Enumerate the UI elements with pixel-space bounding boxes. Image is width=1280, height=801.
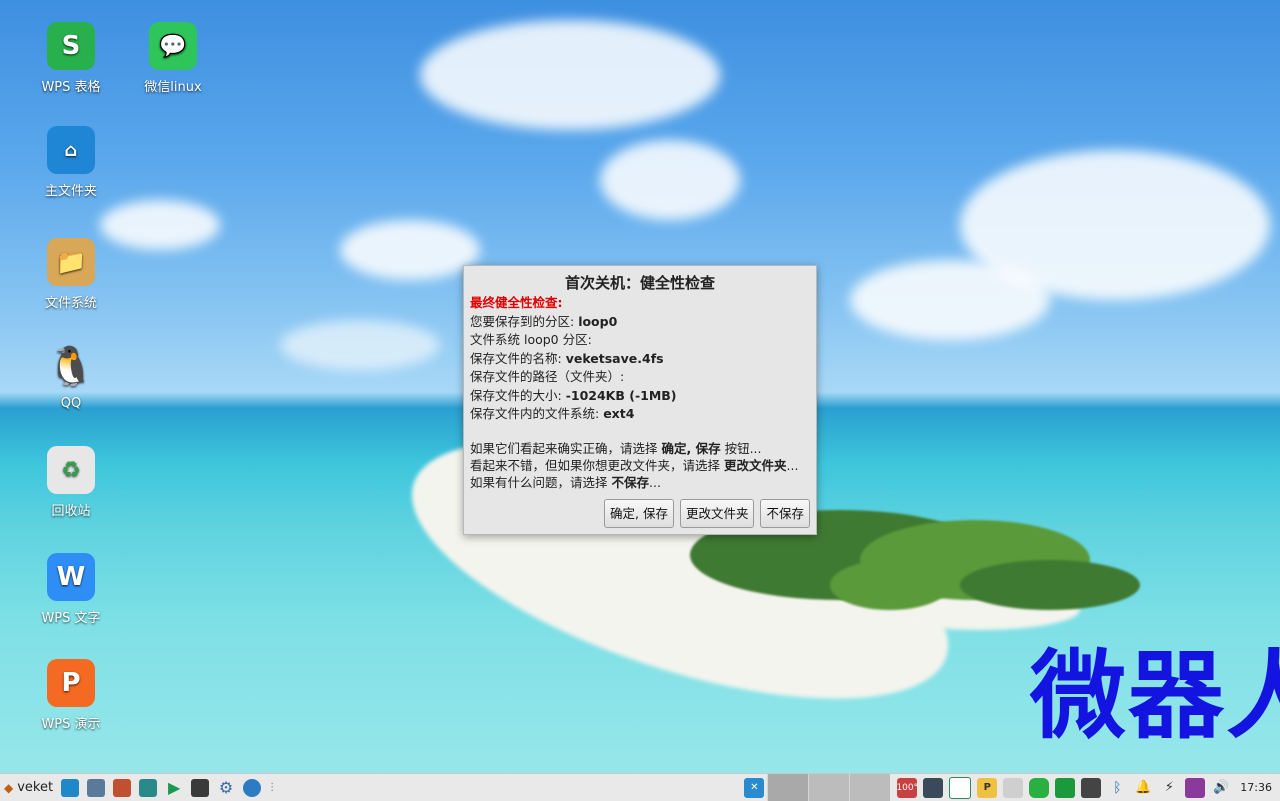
start-menu-button[interactable]: ◆ veket [0,774,53,801]
veket-logo-icon: ◆ [4,780,14,795]
desktop-icon-label: WPS 文字 [41,611,101,626]
shield-icon[interactable] [1055,777,1076,798]
info-line-save-name: 保存文件的名称: veketsave.4fs [470,350,664,366]
volume-icon[interactable]: 🔊 [1211,778,1231,798]
drive-icon[interactable] [1003,777,1024,798]
desktop-icon-wechat[interactable]: 💬 微信linux [123,22,223,95]
notification-bell-icon[interactable]: 🔔 [1133,778,1153,798]
trash-icon: ♻ [47,446,95,494]
warning-heading: 最终健全性检查: [470,295,563,310]
system-gear-icon[interactable]: ⚙ [217,778,235,797]
message-change: 看起来不错，但如果你想更改文件夹，请选择 更改文件夹... [470,457,799,473]
browser-globe-icon[interactable] [243,778,262,797]
home-folder-icon: ⌂ [47,126,95,174]
desktop-icon-home-folder[interactable]: ⌂ 主文件夹 [21,126,121,199]
wps-presentation-icon: P [47,659,95,707]
keyboard-icon[interactable] [1081,777,1102,798]
network-status-icon[interactable]: ✕ [744,777,765,798]
cpu-graph-icon[interactable] [949,776,972,799]
info-line-save-path: 保存文件的路径（文件夹）: [470,369,625,384]
info-line-filesystem: 文件系统 loop0 分区: [470,332,592,347]
desktop-icon-label: 微信linux [144,80,202,95]
workspace-pager [767,774,891,801]
desktop-icon-trash[interactable]: ♻ 回收站 [21,446,121,519]
power-plug-icon[interactable]: ⚡ [1159,778,1179,798]
clock[interactable]: 17:36 [1234,781,1280,794]
show-desktop-icon[interactable] [61,778,80,797]
workspace-1[interactable] [767,774,809,801]
message-ok: 如果它们看起来确实正确，请选择 确定, 保存 按钮... [470,440,762,456]
terminal-icon[interactable] [191,778,210,797]
wechat-icon: 💬 [149,22,197,70]
desktop-icon-label: 主文件夹 [44,184,97,199]
settings-tools-icon[interactable] [113,778,132,797]
shutdown-sanity-check-dialog: 首次关机：健全性检查 最终健全性检查: 您要保存到的分区: loop0 文件系统… [463,265,817,535]
desktop-icon-qq[interactable]: 🐧 QQ [21,342,121,412]
desktop-icon-label: WPS 演示 [41,717,101,732]
desktop-watermark-text: 微器人 [1030,640,1280,752]
screenshot-icon[interactable] [87,778,106,797]
input-method-icon[interactable] [1185,777,1206,798]
database-icon[interactable] [1029,777,1050,798]
desktop-icon-label: QQ [60,396,82,411]
media-play-icon[interactable]: ▶ [165,778,183,797]
qq-penguin-icon: 🐧 [47,343,95,388]
file-system-icon: 📁 [47,238,95,286]
wps-spreadsheet-icon: S [47,22,95,70]
desktop-icon-label: 文件系统 [44,296,97,311]
desktop-icon-wps-writer[interactable]: W WPS 文字 [21,553,121,626]
desktop-icon-label: WPS 表格 [41,80,101,95]
network-monitor-icon[interactable] [923,777,944,798]
clipboard-icon[interactable]: P [977,777,998,798]
no-save-button[interactable]: 不保存 [760,499,810,528]
desktop-icon-wps-presentation[interactable]: P WPS 演示 [21,659,121,732]
ok-save-button[interactable]: 确定, 保存 [604,499,674,528]
desktop-icon-wps-spreadsheet[interactable]: S WPS 表格 [21,22,121,95]
start-menu-label: veket [17,780,54,795]
change-folder-button[interactable]: 更改文件夹 [679,499,755,528]
info-line-partition: 您要保存到的分区: loop0 [470,313,618,329]
bluetooth-icon[interactable]: ᛒ [1107,778,1127,798]
info-line-save-size: 保存文件的大小: -1024KB (-1MB) [470,387,677,403]
info-line-save-fs: 保存文件内的文件系统: ext4 [470,406,635,421]
workspace-2[interactable] [808,774,850,801]
message-nosave: 如果有什么问题，请选择 不保存... [470,474,661,490]
dialog-title: 首次关机：健全性检查 [564,274,715,292]
desktop-icon-label: 回收站 [51,504,91,519]
system-tray: ✕ 100° P ᛒ 🔔 ⚡ 🔊 17:36 [741,774,1280,801]
separator-handle: ⋮ [267,782,278,793]
cpu-temperature-icon[interactable]: 100° [896,777,918,798]
desktop-icon-file-system[interactable]: 📁 文件系统 [21,238,121,311]
workspace-3[interactable] [849,774,891,801]
taskbar: ◆ veket ▶ ⚙ ⋮ ✕ 100° P ᛒ 🔔 ⚡ 🔊 17:36 [0,773,1280,801]
folder-icon[interactable] [139,778,158,797]
wps-writer-icon: W [47,553,95,601]
